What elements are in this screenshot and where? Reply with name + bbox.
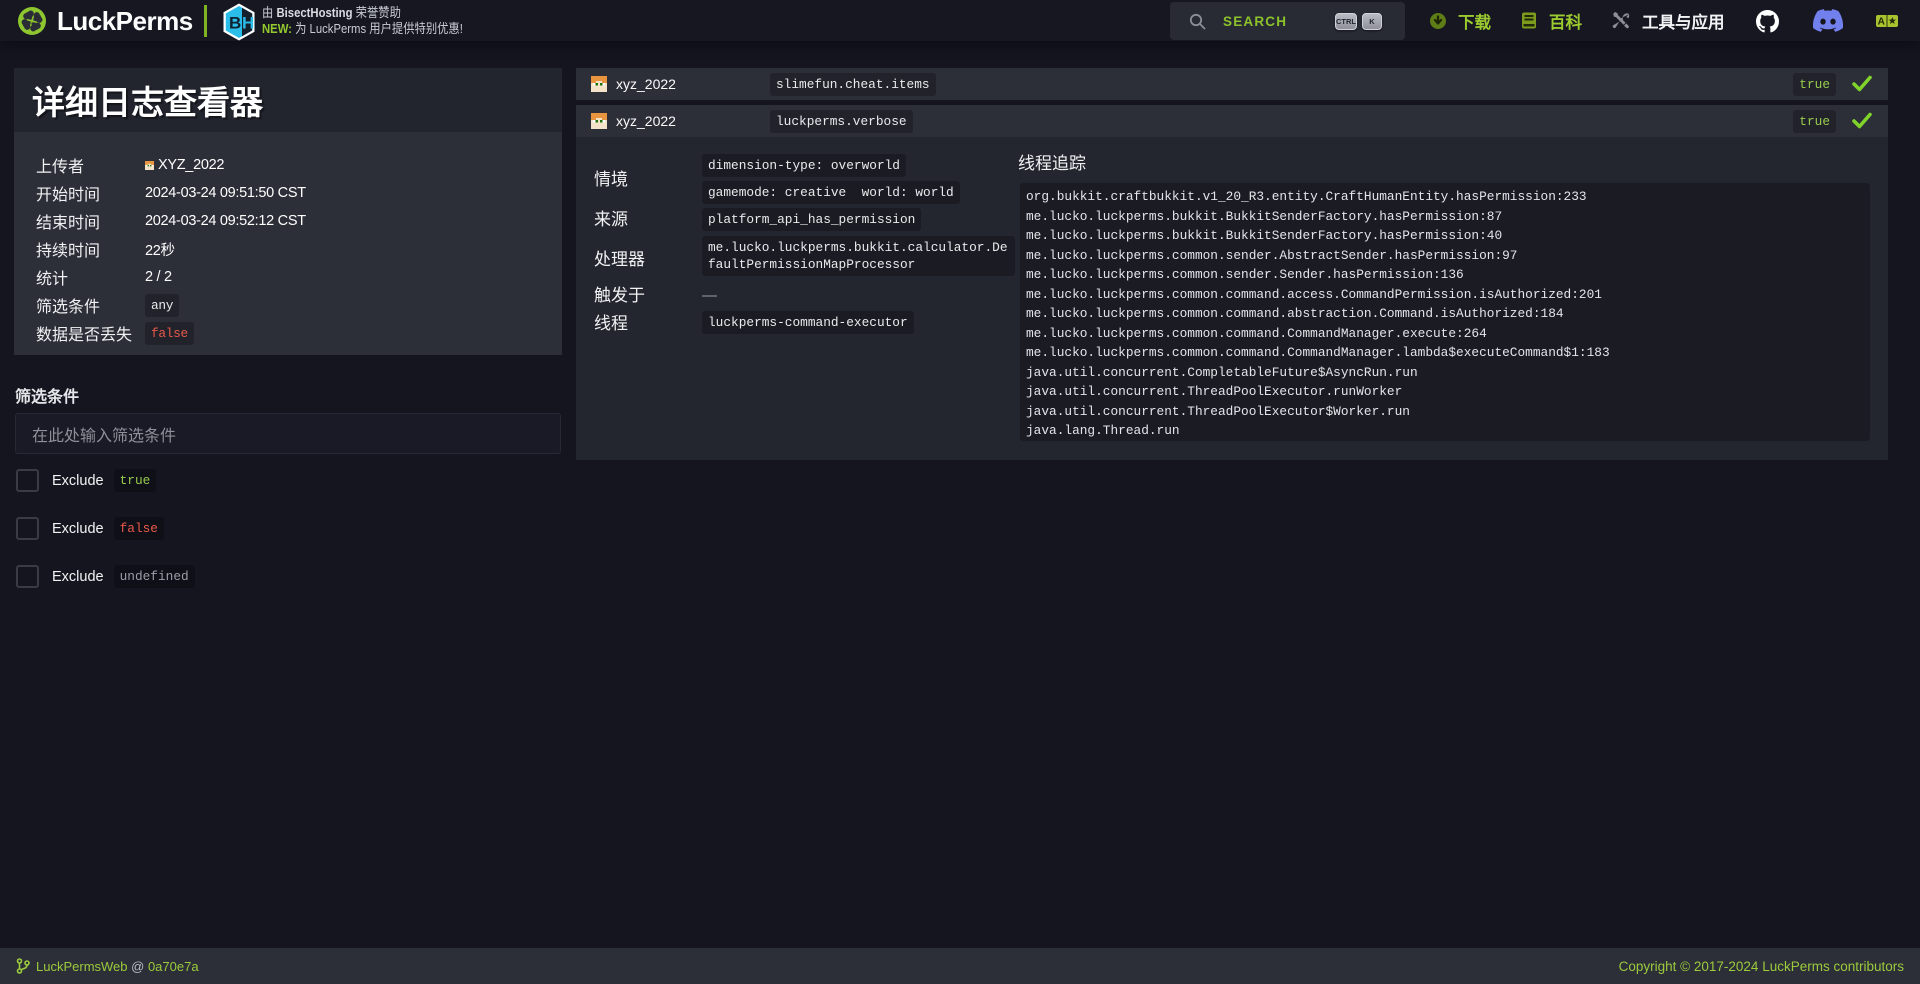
svg-text:B: B bbox=[229, 14, 241, 33]
svg-text:A: A bbox=[1878, 17, 1885, 27]
svg-text:H: H bbox=[242, 14, 254, 33]
